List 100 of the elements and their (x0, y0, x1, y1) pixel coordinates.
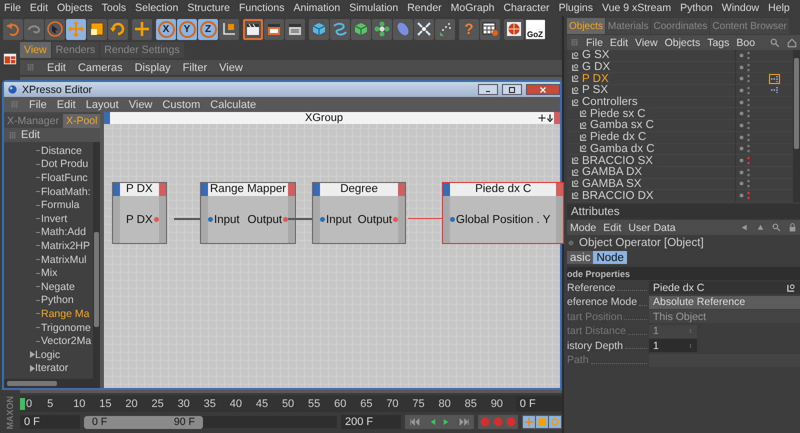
rotate-tool-button[interactable] (108, 18, 128, 40)
tree-item[interactable]: Range Ma (41, 308, 90, 320)
menu-item[interactable]: Edit (610, 36, 628, 48)
playback-controls[interactable] (405, 415, 474, 429)
object-row[interactable]: GAMBA SX (567, 178, 793, 190)
object-row[interactable]: Piede sx C (567, 108, 793, 120)
output-port[interactable] (283, 217, 288, 222)
xpresso-node[interactable]: Piede dx C Global Position . Y (442, 182, 564, 244)
object-row[interactable]: GAMBA DX (567, 166, 793, 179)
layout-button[interactable] (480, 18, 500, 40)
menu-item[interactable]: Tools (102, 2, 126, 14)
render-picture-button[interactable] (264, 18, 284, 40)
menu-item[interactable]: User Data (628, 222, 676, 234)
xpresso-node[interactable]: P DX P DX (112, 182, 167, 244)
object-row[interactable]: BRACCIO SX (567, 155, 793, 167)
array-button[interactable] (372, 18, 392, 40)
generator-button[interactable] (351, 18, 371, 40)
end-frame-field[interactable]: 200 F (341, 415, 401, 429)
goz-button[interactable]: GoZ (525, 18, 545, 40)
object-row[interactable]: P SX (567, 85, 793, 97)
tree-item[interactable]: Distance (41, 144, 82, 157)
menu-item[interactable]: Mode (570, 222, 596, 234)
menu-item[interactable]: Edit (603, 222, 622, 234)
menu-item[interactable]: Structure (187, 2, 230, 14)
object-row[interactable]: BRACCIO DX (567, 190, 793, 202)
menu-item[interactable]: Edit (21, 129, 40, 141)
deformer-button[interactable] (393, 18, 413, 40)
menu-item[interactable]: Edit (47, 62, 66, 74)
menu-item[interactable]: Display (134, 62, 171, 74)
tree-item[interactable]: Vector2Ma (41, 335, 92, 348)
menu-item[interactable]: Filter (182, 62, 208, 74)
start-frame-field[interactable]: 0 F (20, 415, 80, 429)
tree-item[interactable]: Trigonome (41, 322, 91, 334)
input-port[interactable] (208, 217, 213, 222)
scale-tool-button[interactable] (87, 18, 107, 40)
object-row[interactable]: Gamba sx C (567, 120, 793, 132)
menu-item[interactable]: File (4, 2, 21, 14)
object-row[interactable]: Gamba dx C (567, 144, 793, 156)
number-field[interactable]: 1 (649, 339, 697, 352)
xpresso-tag-icon[interactable] (769, 85, 780, 96)
scene-button[interactable] (414, 18, 434, 40)
minimize-button[interactable] (478, 84, 498, 95)
world-axis-button[interactable] (132, 18, 152, 40)
maximize-button[interactable] (502, 84, 522, 95)
attribute-tab[interactable]: asic (567, 251, 594, 264)
menu-item[interactable]: Simulation (349, 2, 398, 14)
xpresso-node[interactable]: Range Mapper Input Output (200, 182, 296, 244)
tree-item[interactable]: Negate (41, 280, 75, 293)
menu-item[interactable]: View (128, 98, 152, 110)
input-port[interactable] (450, 217, 455, 222)
object-row[interactable]: G DX (567, 62, 793, 74)
object-row[interactable]: Piede dx C (567, 132, 793, 144)
undo-button[interactable] (3, 18, 23, 40)
tree-item[interactable]: FloatMath: (41, 186, 91, 198)
menu-item[interactable]: Python (680, 2, 713, 14)
render-view-button[interactable] (243, 18, 263, 40)
menu-item[interactable]: Calculate (210, 98, 256, 110)
tree-item[interactable]: Dot Produ (41, 158, 88, 170)
menu-item[interactable]: Boo (736, 36, 756, 48)
object-row[interactable]: Controllers (567, 96, 793, 108)
expander-icon[interactable] (30, 351, 35, 358)
render-settings-button[interactable] (285, 18, 305, 40)
tree-item[interactable]: Python (41, 294, 74, 306)
menu-item[interactable]: Selection (135, 2, 178, 14)
menu-item[interactable]: Layout (86, 98, 119, 110)
redo-button[interactable] (24, 18, 44, 40)
frame-range-slider[interactable]: 0 F 90 F (84, 416, 203, 429)
axis-lock-button[interactable]: Z (198, 18, 218, 40)
axis-lock-button[interactable]: X (156, 18, 176, 40)
coordinate-system-button[interactable] (219, 18, 239, 40)
tree-item[interactable]: Iterator (35, 362, 68, 374)
tree-item[interactable]: Matrix2HP (41, 240, 90, 252)
menu-item[interactable]: Window (722, 2, 760, 14)
tree-item[interactable]: Logic (35, 348, 60, 361)
menu-item[interactable]: View (219, 62, 243, 74)
tree-item[interactable]: Formula (41, 199, 80, 212)
scrollbar[interactable] (4, 379, 100, 388)
menu-item[interactable]: Tags (707, 36, 730, 48)
slider-track[interactable]: 0 F 90 F (84, 416, 337, 428)
scrollbar[interactable] (793, 50, 800, 202)
tree-item[interactable]: Math:Add (41, 226, 86, 238)
menu-item[interactable]: Objects (664, 36, 700, 48)
input-port[interactable] (320, 217, 325, 222)
tree-item[interactable]: FloatFunc (41, 172, 88, 184)
menu-item[interactable]: MoGraph (450, 2, 494, 14)
current-frame-field[interactable]: 0 F (516, 396, 562, 410)
tree-item[interactable]: Mix (41, 267, 58, 280)
menu-item[interactable]: Vue 9 xStream (602, 2, 672, 14)
menu-item[interactable]: Objects (57, 2, 93, 14)
object-row[interactable]: G SX (567, 50, 793, 62)
select-tool-button[interactable] (45, 18, 65, 40)
key-mode-controls[interactable] (522, 415, 562, 429)
scrollbar[interactable] (93, 142, 100, 379)
tree-item[interactable]: Invert (41, 212, 68, 225)
spline-button[interactable] (330, 18, 350, 40)
menu-item[interactable]: Functions (238, 2, 284, 14)
close-button[interactable] (526, 84, 560, 95)
menu-item[interactable]: Edit (56, 98, 76, 110)
object-row[interactable]: P DX (567, 73, 793, 86)
menu-item[interactable]: Animation (293, 2, 340, 14)
